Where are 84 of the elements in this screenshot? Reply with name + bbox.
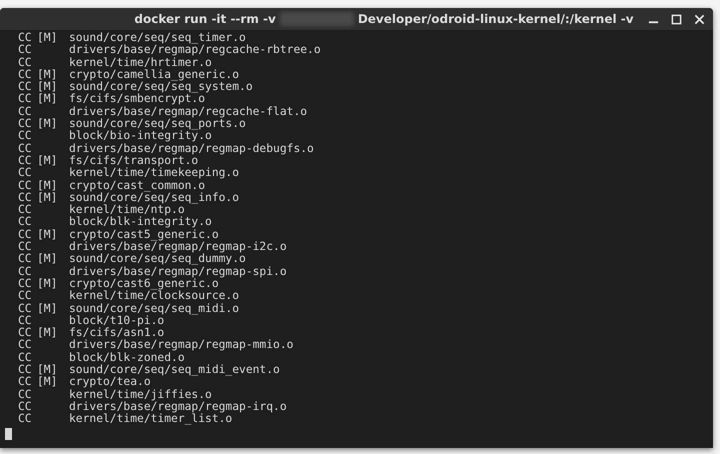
- module-tag: [M]: [37, 326, 58, 340]
- file-path: block/blk-zoned.o: [69, 352, 185, 364]
- module-tag: [M]: [37, 117, 58, 130]
- module-tag: [M]: [37, 363, 58, 376]
- file-path: drivers/base/regmap/regmap-spi.o: [69, 266, 287, 278]
- output-text: CC: [18, 56, 33, 69]
- file-path: kernel/time/timekeeping.o: [69, 167, 240, 180]
- output-text: CC: [18, 266, 33, 278]
- output-text: CC: [18, 204, 33, 216]
- file-path: sound/core/seq/seq_dummy.o: [69, 253, 246, 266]
- module-tag: [M]: [37, 31, 58, 44]
- output-text: CC: [18, 364, 33, 376]
- module-tag: [M]: [37, 178, 58, 192]
- file-path: kernel/time/hrtimer.o: [69, 56, 212, 69]
- module-tag: [M]: [37, 80, 58, 94]
- output-text: CC: [18, 302, 33, 315]
- module-tag: [M]: [37, 228, 58, 241]
- output-text: CC: [18, 68, 33, 82]
- output-text: CC: [18, 290, 33, 303]
- file-path: crypto/cast_common.o: [69, 180, 206, 192]
- module-tag: [M]: [37, 252, 58, 266]
- file-path: sound/core/seq/seq_midi.o: [69, 302, 240, 315]
- output-text: CC: [18, 154, 33, 168]
- file-path: crypto/camellia_generic.o: [69, 68, 240, 81]
- output-text: CC: [18, 216, 33, 229]
- file-path: drivers/base/regmap/regmap-debugfs.o: [69, 142, 314, 155]
- module-tag: [M]: [37, 302, 58, 315]
- output-text: CC: [18, 130, 33, 143]
- output-text: CC: [18, 314, 33, 328]
- file-path: sound/core/seq/seq_info.o: [69, 192, 240, 204]
- text-cursor: [5, 428, 12, 440]
- file-path: crypto/tea.o: [69, 376, 151, 389]
- module-tag: [M]: [37, 375, 58, 388]
- file-path: drivers/base/regmap/regmap-irq.o: [69, 400, 287, 413]
- file-path: fs/cifs/asn1.o: [69, 327, 164, 340]
- file-path: kernel/time/jiffies.o: [69, 388, 212, 401]
- output-text: CC: [18, 253, 33, 266]
- file-path: kernel/time/clocksource.o: [69, 290, 240, 303]
- output-text: CC: [18, 142, 33, 155]
- file-path: fs/cifs/transport.o: [69, 154, 198, 167]
- output-text: CC: [18, 167, 33, 180]
- file-path: drivers/base/regmap/regmap-mmio.o: [69, 339, 294, 352]
- file-path: sound/core/seq/seq_system.o: [69, 81, 253, 94]
- file-path: kernel/time/timer_list.o: [69, 413, 232, 426]
- output-text: CC: [18, 192, 33, 204]
- file-path: crypto/cast5_generic.o: [69, 228, 219, 241]
- file-path: crypto/cast6_generic.o: [69, 278, 219, 290]
- file-path: drivers/base/regmap/regcache-rbtree.o: [69, 44, 321, 57]
- output-text: CC: [18, 180, 33, 192]
- window-title: Developer/odroid-linux-kernel/:/kernel -v: [358, 12, 634, 26]
- output-text: CC: [18, 241, 33, 254]
- output-text: CC: [18, 327, 33, 340]
- file-path: kernel/time/ntp.o: [69, 204, 185, 216]
- file-path: fs/cifs/smbencrypt.o: [69, 93, 206, 106]
- output-text: CC: [18, 388, 33, 401]
- maximize-icon[interactable]: [671, 14, 682, 24]
- window-title: docker run -it --rm -v: [134, 12, 276, 26]
- file-path: sound/core/seq/seq_midi_event.o: [69, 364, 280, 376]
- module-tag: [M]: [37, 92, 58, 106]
- output-text: CC: [18, 118, 33, 130]
- output-text: CC: [18, 278, 33, 290]
- file-path: sound/core/seq/seq_ports.o: [69, 118, 246, 130]
- output-text: CC: [18, 44, 33, 57]
- output-text: CC: [18, 339, 33, 352]
- file-path: block/t10-pi.o: [69, 314, 164, 327]
- module-tag: [M]: [37, 276, 58, 290]
- file-path: block/bio-integrity.o: [69, 130, 212, 143]
- file-path: drivers/base/regmap/regmap-i2c.o: [69, 241, 287, 254]
- module-tag: [M]: [37, 68, 58, 81]
- file-path: drivers/base/regmap/regcache-flat.o: [69, 106, 308, 118]
- output-text: CC: [18, 81, 33, 94]
- output-text: CC: [18, 228, 33, 242]
- file-path: block/blk-integrity.o: [69, 216, 212, 229]
- module-tag: [M]: [37, 154, 58, 167]
- output-text: CC: [18, 376, 33, 389]
- close-icon[interactable]: [694, 14, 705, 24]
- output-text: CC: [18, 413, 33, 426]
- module-tag: [M]: [37, 190, 58, 204]
- output-text: CC: [18, 93, 33, 106]
- output-text: CC: [18, 32, 33, 44]
- output-text: CC: [18, 106, 33, 118]
- file-path: sound/core/seq/seq_timer.o: [69, 32, 246, 44]
- output-text: CC: [18, 352, 33, 364]
- output-text: CC: [18, 400, 33, 414]
